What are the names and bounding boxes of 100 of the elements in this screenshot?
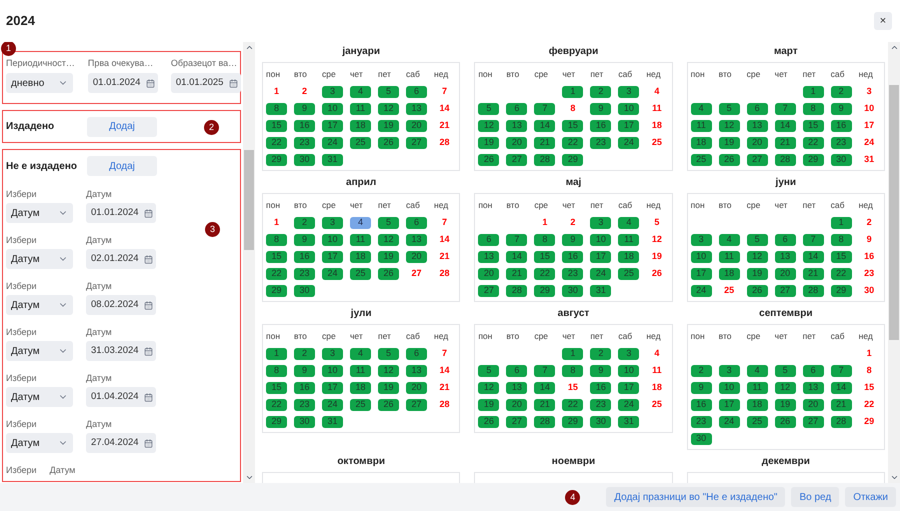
calendar-day[interactable]: 2 bbox=[830, 86, 852, 98]
calendar-day[interactable]: 1 bbox=[830, 216, 852, 228]
calendar-day[interactable]: 23 bbox=[562, 268, 584, 280]
calendar-day[interactable]: 20 bbox=[506, 136, 528, 148]
calendar-day[interactable]: 10 bbox=[322, 102, 343, 114]
footer-button[interactable]: Во ред bbox=[791, 487, 840, 507]
calendar-day[interactable]: 19 bbox=[774, 398, 796, 410]
calendar-day[interactable]: 24 bbox=[690, 284, 712, 296]
calendar-day[interactable]: 11 bbox=[350, 102, 371, 114]
calendar-day[interactable]: 30 bbox=[830, 154, 852, 166]
calendar-day[interactable]: 27 bbox=[774, 284, 796, 296]
calendar-day[interactable]: 8 bbox=[266, 364, 287, 376]
calendar-day[interactable]: 28 bbox=[802, 284, 824, 296]
calendar-day[interactable]: 25 bbox=[746, 416, 768, 428]
calendar-day[interactable]: 4 bbox=[350, 86, 371, 98]
calendar-day[interactable]: 17 bbox=[322, 250, 343, 262]
calendar-day[interactable]: 12 bbox=[718, 120, 740, 132]
calendar-day[interactable]: 18 bbox=[690, 136, 712, 148]
calendar-day[interactable]: 17 bbox=[690, 268, 712, 280]
calendar-day[interactable]: 1 bbox=[802, 86, 824, 98]
calendar-day[interactable]: 8 bbox=[830, 234, 852, 246]
calendar-day[interactable]: 12 bbox=[378, 364, 399, 376]
calendar-day[interactable]: 16 bbox=[830, 120, 852, 132]
calendar-day[interactable]: 15 bbox=[562, 120, 584, 132]
calendar-day[interactable]: 18 bbox=[646, 382, 668, 394]
calendar-day[interactable]: 3 bbox=[718, 364, 740, 376]
calendar-day[interactable]: 3 bbox=[858, 86, 880, 98]
calendar-day[interactable]: 7 bbox=[434, 216, 455, 228]
calendar-day[interactable]: 19 bbox=[378, 120, 399, 132]
calendar-day[interactable]: 13 bbox=[774, 250, 796, 262]
calendar-day[interactable]: 27 bbox=[746, 154, 768, 166]
calendar-day[interactable]: 18 bbox=[618, 250, 640, 262]
calendar-day[interactable]: 29 bbox=[266, 154, 287, 166]
date-field[interactable]: 27.04.2024 bbox=[86, 433, 156, 453]
calendar-day[interactable]: 20 bbox=[802, 398, 824, 410]
calendar-day[interactable]: 9 bbox=[830, 102, 852, 114]
calendar-day[interactable]: 25 bbox=[618, 268, 640, 280]
calendar-day[interactable]: 18 bbox=[350, 382, 371, 394]
calendar-day[interactable]: 9 bbox=[294, 102, 315, 114]
calendar-day[interactable]: 30 bbox=[690, 432, 712, 444]
calendar-day[interactable]: 11 bbox=[746, 382, 768, 394]
calendar-day[interactable]: 4 bbox=[646, 86, 668, 98]
calendar-day[interactable]: 15 bbox=[858, 382, 880, 394]
date-field[interactable]: 01.01.2024 bbox=[88, 73, 158, 93]
calendar-day[interactable]: 22 bbox=[266, 398, 287, 410]
calendar-day[interactable]: 15 bbox=[830, 250, 852, 262]
calendar-day[interactable]: 18 bbox=[746, 398, 768, 410]
calendar-day[interactable]: 29 bbox=[830, 284, 852, 296]
calendar-day[interactable]: 26 bbox=[718, 154, 740, 166]
calendar-day[interactable]: 7 bbox=[830, 364, 852, 376]
calendar-day[interactable]: 13 bbox=[406, 234, 427, 246]
calendar-day[interactable]: 13 bbox=[506, 120, 528, 132]
calendar-day[interactable]: 14 bbox=[506, 250, 528, 262]
calendar-day[interactable]: 15 bbox=[802, 120, 824, 132]
calendar-day[interactable]: 4 bbox=[618, 216, 640, 228]
calendar-day[interactable]: 20 bbox=[406, 120, 427, 132]
calendar-day[interactable]: 2 bbox=[294, 216, 315, 228]
calendar-day[interactable]: 24 bbox=[618, 398, 640, 410]
calendar-day[interactable]: 10 bbox=[618, 102, 640, 114]
calendar-day[interactable]: 28 bbox=[506, 284, 528, 296]
calendar-day[interactable]: 26 bbox=[478, 416, 500, 428]
calendar-day[interactable]: 17 bbox=[618, 382, 640, 394]
scrollbar[interactable] bbox=[888, 42, 900, 483]
calendar-day[interactable]: 6 bbox=[406, 216, 427, 228]
calendar-day[interactable]: 2 bbox=[690, 364, 712, 376]
calendar-day[interactable]: 25 bbox=[350, 398, 371, 410]
calendar-day[interactable]: 13 bbox=[478, 250, 500, 262]
calendar-day[interactable]: 29 bbox=[802, 154, 824, 166]
calendar-day[interactable]: 27 bbox=[478, 284, 500, 296]
calendar-day[interactable]: 23 bbox=[690, 416, 712, 428]
calendar-day[interactable]: 5 bbox=[378, 216, 399, 228]
select-dropdown[interactable]: Датум bbox=[6, 203, 73, 223]
calendar-day[interactable]: 17 bbox=[718, 398, 740, 410]
calendar-day[interactable]: 9 bbox=[294, 364, 315, 376]
calendar-day[interactable]: 26 bbox=[378, 398, 399, 410]
calendar-day[interactable]: 4 bbox=[646, 348, 668, 360]
calendar-day[interactable]: 6 bbox=[802, 364, 824, 376]
calendar-day[interactable]: 21 bbox=[534, 136, 556, 148]
calendar-day[interactable]: 3 bbox=[590, 216, 612, 228]
calendar-day[interactable]: 23 bbox=[294, 398, 315, 410]
calendar-day[interactable]: 16 bbox=[858, 250, 880, 262]
calendar-day[interactable]: 15 bbox=[534, 250, 556, 262]
calendar-day[interactable]: 21 bbox=[434, 120, 455, 132]
calendar-day[interactable]: 14 bbox=[434, 102, 455, 114]
calendar-day[interactable]: 21 bbox=[534, 398, 556, 410]
calendar-day[interactable]: 3 bbox=[322, 348, 343, 360]
calendar-day[interactable]: 19 bbox=[478, 136, 500, 148]
calendar-day[interactable]: 14 bbox=[534, 120, 556, 132]
calendar-day[interactable]: 20 bbox=[406, 382, 427, 394]
calendar-day[interactable]: 5 bbox=[378, 348, 399, 360]
calendar-day[interactable]: 29 bbox=[562, 416, 584, 428]
calendar-day[interactable]: 24 bbox=[618, 136, 640, 148]
calendar-day[interactable]: 11 bbox=[646, 102, 668, 114]
calendar-day[interactable]: 6 bbox=[406, 348, 427, 360]
calendar-day[interactable]: 4 bbox=[718, 234, 740, 246]
calendar-day[interactable]: 30 bbox=[590, 416, 612, 428]
calendar-day[interactable]: 19 bbox=[478, 398, 500, 410]
calendar-day[interactable]: 31 bbox=[618, 416, 640, 428]
select-dropdown[interactable]: Датум bbox=[6, 249, 73, 269]
calendar-day[interactable]: 22 bbox=[266, 136, 287, 148]
